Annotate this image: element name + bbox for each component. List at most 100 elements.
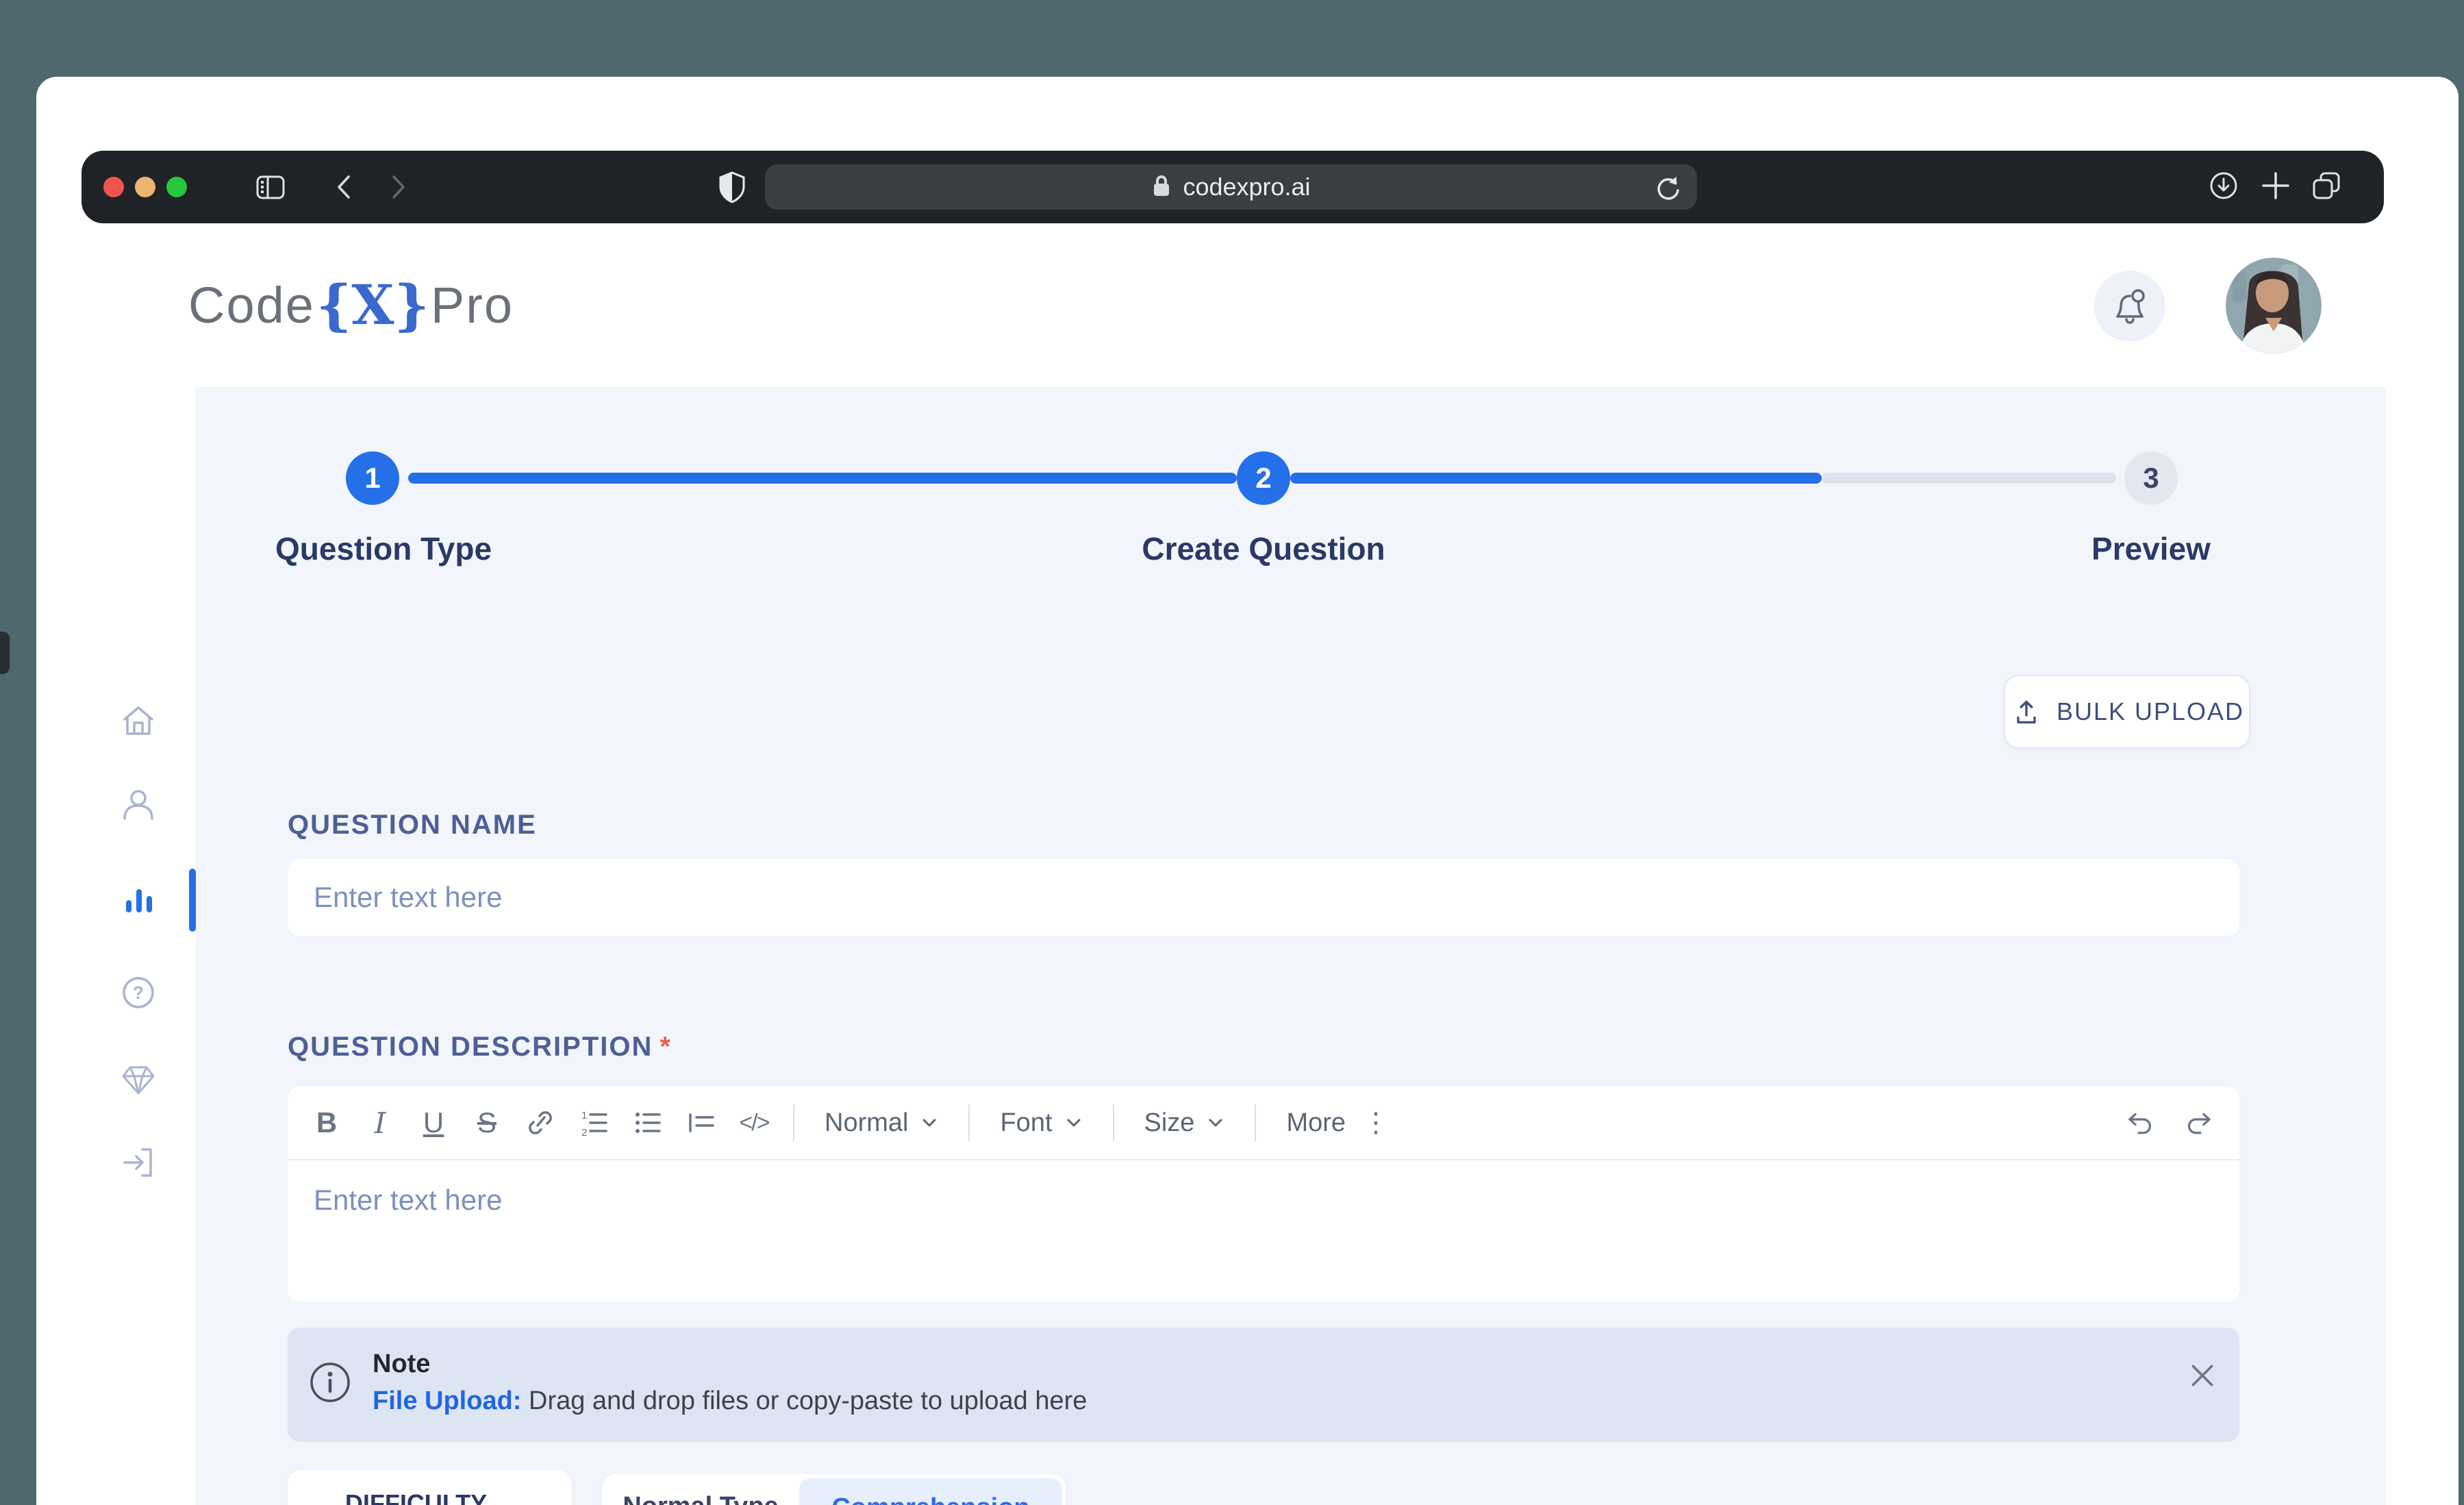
ordered-list-button[interactable]: 12 — [567, 1099, 620, 1147]
required-asterisk: * — [659, 1032, 672, 1062]
svg-text:2: 2 — [581, 1127, 587, 1138]
logo-text-pre: Code — [188, 276, 315, 334]
difficulty-level-header: DIFFICULTY LEVEL — [311, 1489, 572, 1505]
step-circle-create-question[interactable]: 2 — [1237, 451, 1290, 505]
toolbar-divider — [1113, 1104, 1114, 1141]
info-icon — [308, 1360, 352, 1404]
bullet-list-button[interactable] — [620, 1099, 674, 1147]
toolbar-divider — [1255, 1104, 1256, 1141]
question-type-tabs-card: Normal Type Comprehension Type — [602, 1474, 1066, 1505]
indent-icon — [686, 1108, 716, 1138]
close-icon — [2189, 1363, 2215, 1389]
svg-text:?: ? — [133, 982, 144, 1003]
url-text: codexpro.ai — [1183, 173, 1310, 201]
toolbar-divider — [968, 1104, 970, 1141]
user-avatar[interactable] — [2226, 258, 2322, 353]
editor-toolbar: B I U S 12 </> Normal F — [288, 1086, 2239, 1160]
rich-text-editor: B I U S 12 </> Normal F — [288, 1086, 2239, 1302]
italic-button[interactable]: I — [353, 1099, 407, 1147]
note-close-button[interactable] — [2186, 1359, 2219, 1392]
sidebar-item-sign-out[interactable] — [119, 1143, 158, 1182]
svg-text:1: 1 — [581, 1110, 587, 1121]
undo-icon[interactable] — [2123, 1107, 2154, 1139]
sidebar-item-home[interactable] — [119, 702, 158, 741]
privacy-shield-icon[interactable] — [716, 170, 749, 204]
chevron-down-icon — [1065, 1114, 1083, 1132]
upload-icon — [2010, 695, 2043, 728]
link-button[interactable] — [514, 1099, 567, 1147]
sidebar-item-help[interactable]: ? — [119, 973, 158, 1012]
bullet-list-icon — [632, 1108, 662, 1138]
browser-toolbar: codexpro.ai — [81, 151, 2384, 223]
home-icon — [119, 702, 158, 741]
sidebar-item-analytics[interactable] — [119, 881, 158, 919]
question-name-input[interactable] — [288, 859, 2239, 936]
font-dropdown[interactable]: Font — [982, 1108, 1100, 1138]
note-text: File Upload: Drag and drop files or copy… — [373, 1386, 1087, 1416]
new-tab-icon[interactable] — [2259, 169, 2292, 202]
bulk-upload-button[interactable]: BULK UPLOAD — [2004, 675, 2250, 749]
note-title: Note — [373, 1349, 430, 1379]
step-circle-question-type[interactable]: 1 — [346, 451, 399, 505]
sidebar-active-indicator — [189, 869, 196, 932]
diamond-icon — [119, 1060, 158, 1099]
paragraph-style-dropdown[interactable]: Normal — [807, 1108, 956, 1138]
more-label: More — [1286, 1108, 1346, 1138]
stepper-line-2-3-track — [1822, 473, 2116, 484]
step-label-preview: Preview — [1911, 530, 2391, 567]
minimize-window-button[interactable] — [135, 177, 155, 197]
redo-icon[interactable] — [2185, 1107, 2216, 1139]
underline-button[interactable]: U — [407, 1099, 460, 1147]
tab-comprehension-type[interactable]: Comprehension Type — [799, 1478, 1062, 1505]
indent-button[interactable] — [674, 1099, 727, 1147]
tab-overview-icon[interactable] — [2310, 169, 2343, 202]
ssl-lock-icon — [1151, 173, 1172, 201]
tab-comprehension-type-label: Comprehension Type — [799, 1493, 1062, 1505]
stepper-line-2-3-progress — [1290, 473, 1822, 484]
forward-icon[interactable] — [384, 173, 412, 201]
step-number: 3 — [2143, 462, 2159, 495]
address-bar[interactable]: codexpro.ai — [765, 164, 1697, 210]
bulk-upload-label: BULK UPLOAD — [2057, 697, 2244, 726]
sidebar-item-premium[interactable] — [119, 1060, 158, 1099]
question-name-label: QUESTION NAME — [288, 810, 537, 841]
paragraph-style-value: Normal — [825, 1108, 908, 1138]
sidebar-item-profile[interactable] — [119, 786, 158, 825]
notifications-button[interactable] — [2094, 271, 2165, 342]
ordered-list-icon: 12 — [579, 1108, 609, 1138]
downloads-icon[interactable] — [2207, 169, 2240, 202]
question-name-field — [288, 859, 2239, 936]
font-value: Font — [1000, 1108, 1052, 1138]
code-view-button[interactable]: </> — [727, 1099, 781, 1147]
bold-button[interactable]: B — [300, 1099, 353, 1147]
note-file-upload-label: File Upload: — [373, 1386, 521, 1415]
logo-x-mark: {X} — [316, 273, 429, 337]
zoom-window-button[interactable] — [166, 177, 187, 197]
tab-normal-type[interactable]: Normal Type — [602, 1492, 799, 1505]
screen: codexpro.ai Code {X} Pro — [0, 0, 2464, 1505]
bar-chart-icon — [119, 881, 158, 919]
toolbar-divider — [793, 1104, 794, 1141]
stepper-line-1-2 — [408, 473, 1237, 484]
strikethrough-button[interactable]: S — [460, 1099, 514, 1147]
step-number: 2 — [1255, 462, 1271, 495]
back-icon[interactable] — [331, 173, 358, 201]
link-icon — [525, 1108, 555, 1138]
question-description-label-text: QUESTION DESCRIPTION — [288, 1032, 653, 1062]
size-value: Size — [1144, 1108, 1195, 1138]
step-circle-preview[interactable]: 3 — [2124, 451, 2178, 505]
description-editor-area[interactable]: Enter text here — [314, 1184, 502, 1217]
chevron-down-icon — [1207, 1114, 1224, 1132]
app-logo[interactable]: Code {X} Pro — [188, 273, 514, 337]
step-number: 1 — [364, 462, 380, 495]
size-dropdown[interactable]: Size — [1127, 1108, 1243, 1138]
difficulty-level-card[interactable]: DIFFICULTY LEVEL — [288, 1470, 572, 1505]
sidebar-toggle-icon[interactable] — [254, 171, 287, 203]
more-menu[interactable]: More ⋮ — [1268, 1107, 1407, 1139]
window-controls — [103, 177, 187, 197]
step-label-create-question: Create Question — [1024, 530, 1503, 567]
difficulty-level-label: DIFFICULTY LEVEL — [345, 1489, 572, 1505]
sign-out-icon — [119, 1143, 158, 1182]
reload-icon[interactable] — [1652, 173, 1682, 203]
close-window-button[interactable] — [103, 177, 124, 197]
